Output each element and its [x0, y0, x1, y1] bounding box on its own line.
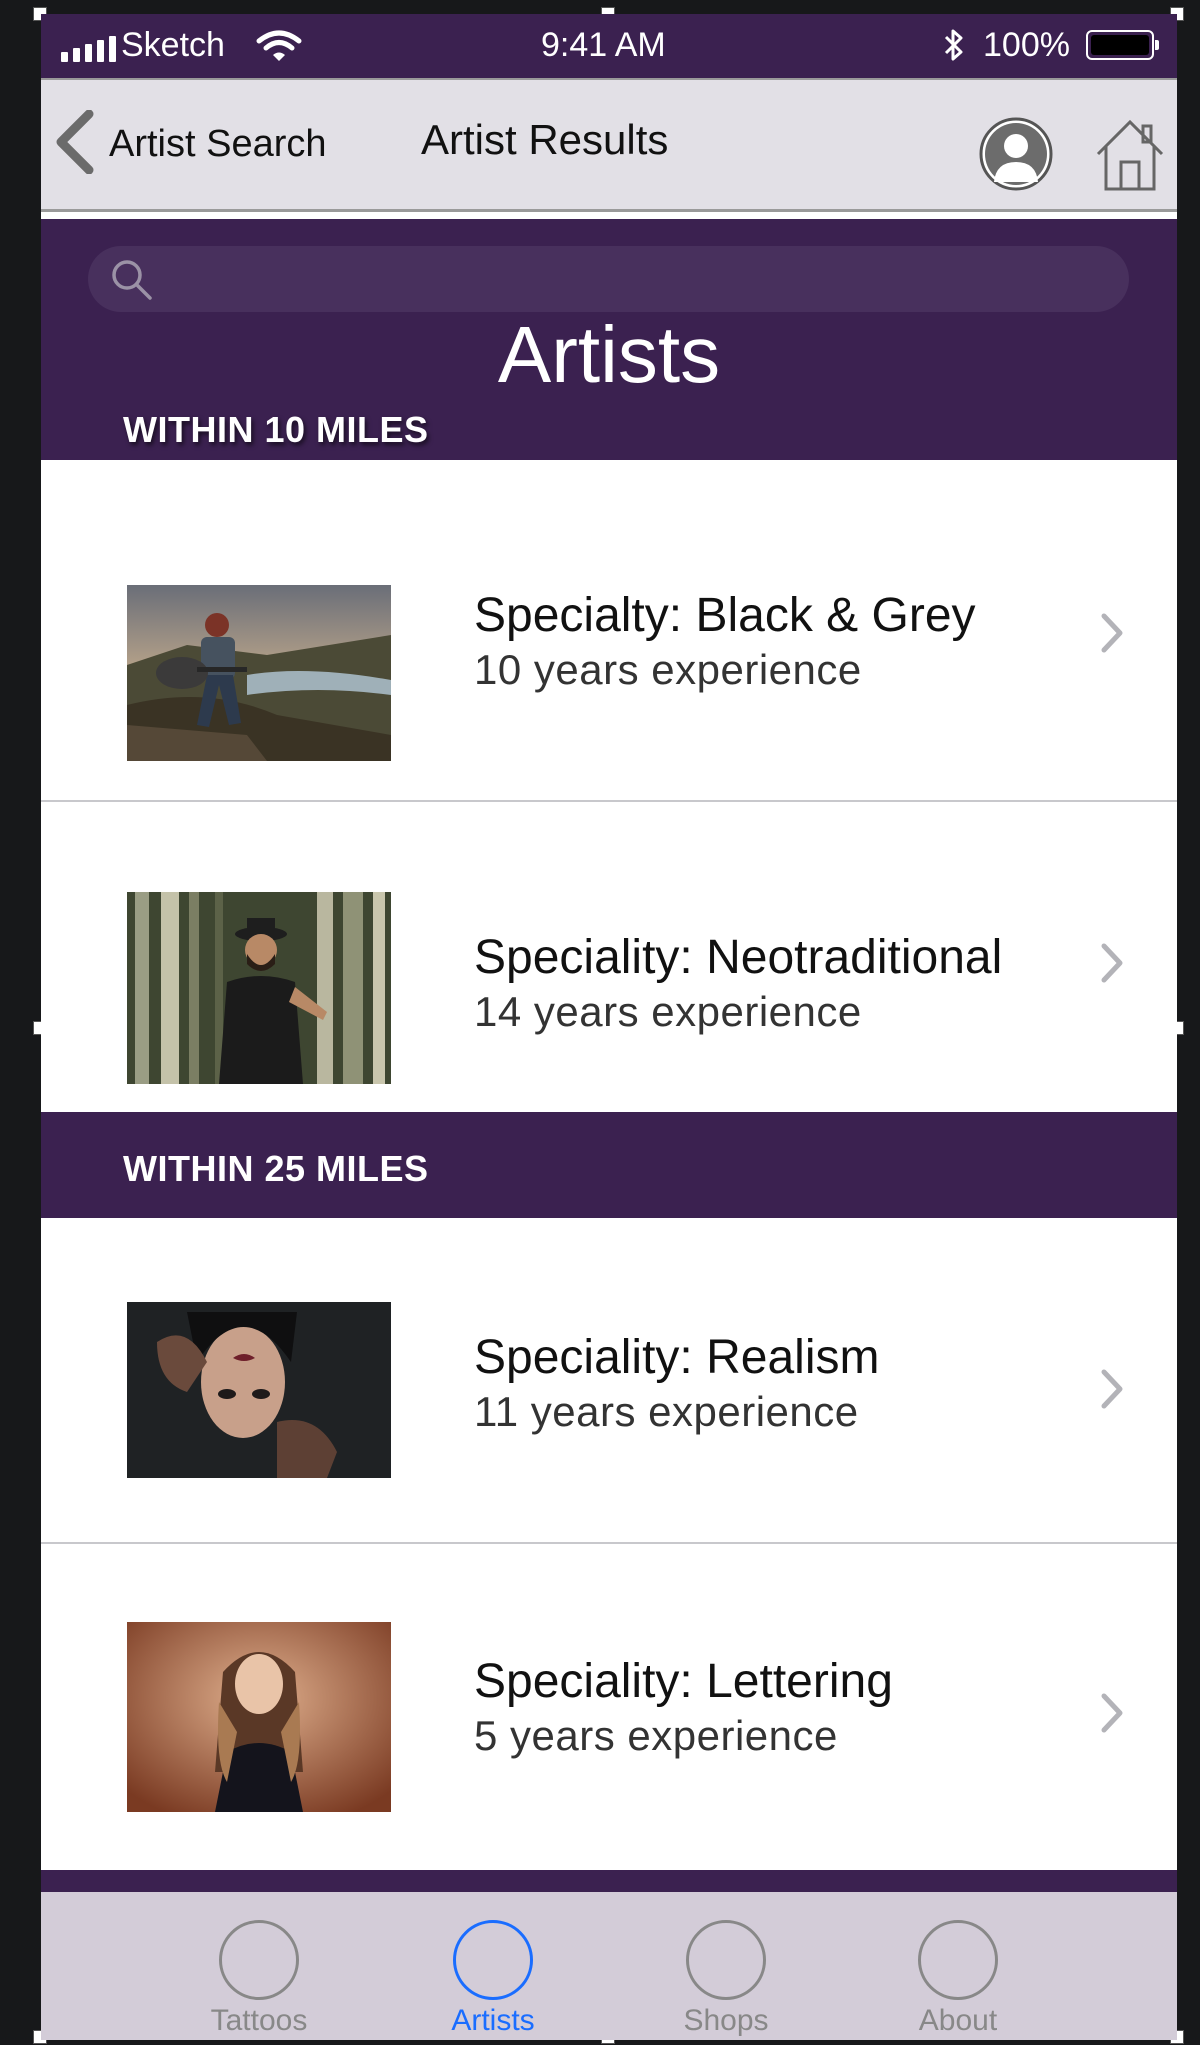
chevron-left-icon	[53, 109, 97, 179]
artist-row[interactable]: Speciality: Lettering 5 years experience	[41, 1544, 1177, 1870]
profile-icon[interactable]	[978, 116, 1054, 197]
section-label-10-miles: WITHIN 10 MILES	[123, 409, 429, 450]
back-button[interactable]: Artist Search	[53, 109, 327, 179]
artist-specialty: Speciality: Realism	[474, 1331, 880, 1384]
tab-artists[interactable]: Artists	[393, 1892, 593, 2040]
tab-tattoos[interactable]: Tattoos	[159, 1892, 359, 2040]
tab-label: About	[918, 2004, 998, 2037]
artist-row[interactable]: Specialty: Black & Grey 10 years experie…	[41, 460, 1177, 800]
tab-icon	[686, 1920, 766, 2000]
chevron-right-icon	[1099, 942, 1125, 989]
tab-bar: Tattoos Artists Shops About	[41, 1892, 1177, 2040]
phone-screen: Sketch 9:41 AM 100% Artist Search Artist…	[41, 14, 1177, 2040]
section-label-25-miles: WITHIN 25 MILES	[123, 1148, 429, 1189]
artists-header: Artists WITHIN 10 MILES	[41, 219, 1177, 460]
section-header	[41, 1870, 1177, 1892]
search-input[interactable]	[88, 246, 1129, 312]
battery-icon	[1086, 30, 1159, 60]
chevron-right-icon	[1099, 1368, 1125, 1415]
man-in-bamboo-photo	[127, 892, 391, 1084]
battery-percent: 100%	[983, 26, 1070, 64]
tab-icon	[918, 1920, 998, 2000]
tab-label: Artists	[451, 2004, 535, 2037]
status-time: 9:41 AM	[541, 26, 666, 64]
tab-shops[interactable]: Shops	[626, 1892, 826, 2040]
artist-row[interactable]: Speciality: Realism 11 years experience	[41, 1218, 1177, 1542]
artist-experience: 5 years experience	[474, 1712, 838, 1759]
artist-experience: 10 years experience	[474, 646, 862, 693]
bluetooth-icon	[943, 28, 965, 71]
tab-label: Shops	[683, 2004, 769, 2037]
section-header: WITHIN 25 MILES	[41, 1112, 1177, 1218]
artist-experience: 11 years experience	[474, 1388, 859, 1435]
tab-about[interactable]: About	[858, 1892, 1058, 2040]
artists-heading: Artists	[497, 310, 721, 399]
chevron-right-icon	[1099, 612, 1125, 659]
tab-icon	[453, 1920, 533, 2000]
search-icon	[110, 258, 154, 307]
artist-specialty: Specialty: Black & Grey	[474, 589, 976, 642]
signal-icon	[61, 36, 116, 62]
man-with-guitar-photo	[127, 585, 391, 761]
tab-icon	[219, 1920, 299, 2000]
back-button-label: Artist Search	[109, 123, 327, 165]
woman-upside-down-photo	[127, 1302, 391, 1478]
carrier-name: Sketch	[121, 26, 225, 64]
status-bar: Sketch 9:41 AM 100%	[41, 14, 1177, 78]
artist-specialty: Speciality: Lettering	[474, 1655, 893, 1708]
artist-row[interactable]: Speciality: Neotraditional 14 years expe…	[41, 802, 1177, 1125]
chevron-right-icon	[1099, 1692, 1125, 1739]
artist-specialty: Speciality: Neotraditional	[474, 931, 1003, 984]
tab-label: Tattoos	[210, 2004, 308, 2037]
wifi-icon	[256, 30, 302, 71]
artist-experience: 14 years experience	[474, 988, 862, 1035]
navigation-bar: Artist Search Artist Results	[41, 78, 1177, 212]
woman-long-hair-photo	[127, 1622, 391, 1812]
page-title: Artist Results	[421, 116, 669, 163]
home-icon[interactable]	[1093, 116, 1167, 197]
